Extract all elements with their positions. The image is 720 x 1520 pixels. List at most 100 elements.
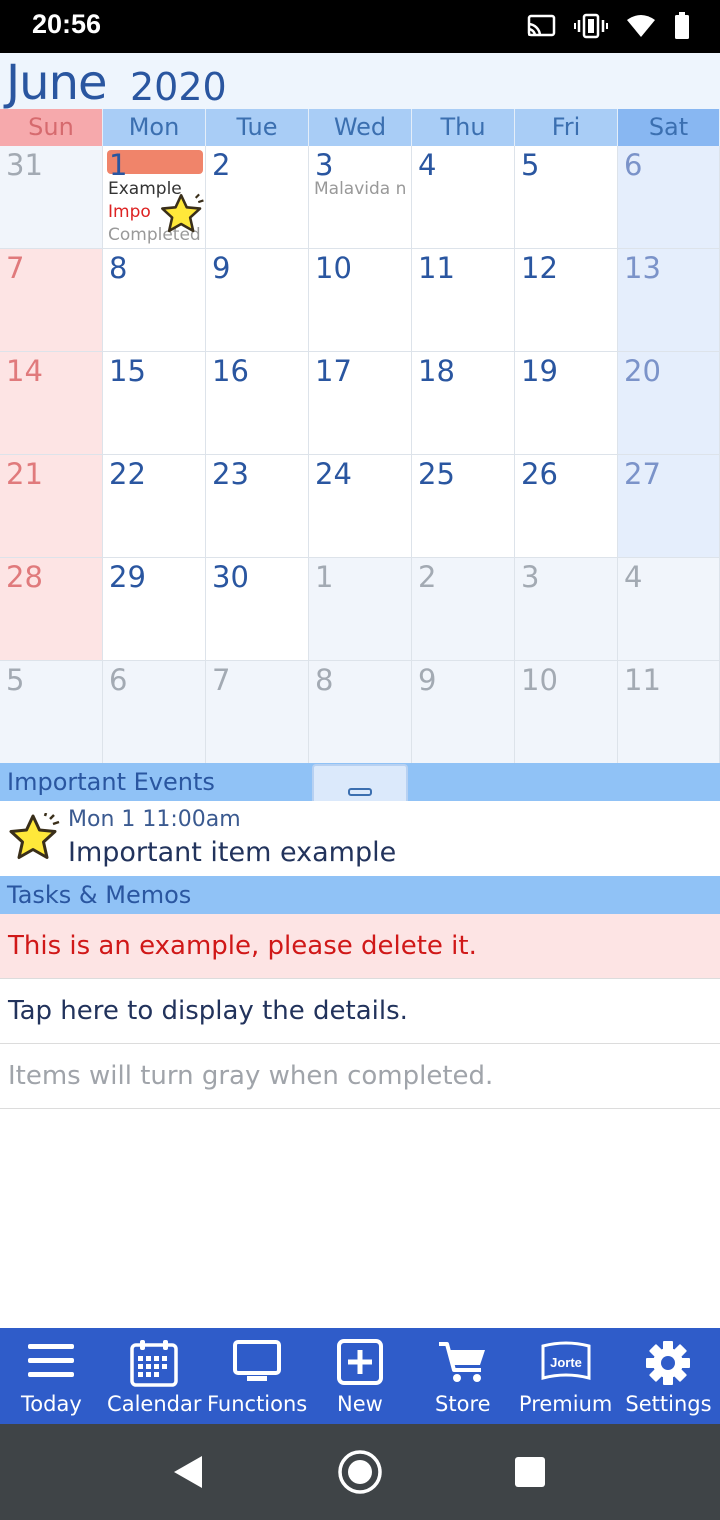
day-cell[interactable]: 8 — [309, 661, 412, 764]
day-cell[interactable]: 2 — [206, 146, 309, 249]
day-number: 20 — [624, 354, 661, 388]
day-cell[interactable]: 22 — [103, 455, 206, 558]
day-number: 14 — [6, 354, 43, 388]
jorte-book-icon: Jorte — [541, 1341, 591, 1380]
day-cell[interactable]: 7 — [0, 249, 103, 352]
day-cell[interactable]: 10 — [515, 661, 618, 764]
day-cell[interactable]: 9 — [206, 249, 309, 352]
day-number: 16 — [212, 354, 249, 388]
event-title: Important item example — [68, 837, 397, 868]
svg-text:Jorte: Jorte — [550, 1355, 582, 1370]
day-number: 12 — [521, 251, 558, 285]
day-number: 18 — [418, 354, 455, 388]
day-number: 9 — [418, 663, 437, 697]
nav-label: Settings — [625, 1392, 712, 1416]
day-cell[interactable]: 11 — [618, 661, 720, 764]
day-cell[interactable]: 21 — [0, 455, 103, 558]
task-item-completed[interactable]: Items will turn gray when completed. — [0, 1044, 720, 1109]
day-cell[interactable]: 7 — [206, 661, 309, 764]
day-number: 30 — [212, 560, 249, 594]
premium-button[interactable]: Jorte Premium — [514, 1328, 617, 1424]
day-cell[interactable]: 9 — [412, 661, 515, 764]
cast-icon — [527, 14, 556, 37]
day-cell[interactable]: 23 — [206, 455, 309, 558]
day-cell[interactable]: 24 — [309, 455, 412, 558]
gear-icon — [646, 1341, 691, 1385]
status-icons — [526, 12, 690, 40]
today-button[interactable]: Today — [0, 1328, 103, 1424]
week-row: 21 22 23 24 25 26 27 — [0, 455, 720, 558]
day-cell[interactable]: 12 — [515, 249, 618, 352]
day-cell[interactable]: 6 — [103, 661, 206, 764]
day-cell[interactable]: 26 — [515, 455, 618, 558]
day-cell[interactable]: 31 — [0, 146, 103, 249]
month-label: June — [6, 55, 108, 111]
settings-button[interactable]: Settings — [617, 1328, 720, 1424]
weekday-mon: Mon — [103, 109, 206, 146]
new-button[interactable]: New — [309, 1328, 412, 1424]
day-number: 8 — [315, 663, 334, 697]
day-number: 7 — [212, 663, 231, 697]
calendar-icon — [130, 1340, 179, 1387]
day-cell[interactable]: 17 — [309, 352, 412, 455]
day-cell[interactable]: 3 — [515, 558, 618, 661]
calendar-button[interactable]: Calendar — [103, 1328, 206, 1424]
store-button[interactable]: Store — [411, 1328, 514, 1424]
task-item-details[interactable]: Tap here to display the details. — [0, 979, 720, 1044]
day-cell[interactable]: 20 — [618, 352, 720, 455]
day-cell[interactable]: 2 — [412, 558, 515, 661]
day-cell[interactable]: 5 — [515, 146, 618, 249]
day-cell[interactable]: 13 — [618, 249, 720, 352]
task-item-example[interactable]: This is an example, please delete it. — [0, 914, 720, 979]
day-number: 9 — [212, 251, 231, 285]
day-cell[interactable]: 18 — [412, 352, 515, 455]
important-event-item[interactable]: Mon 1 11:00am Important item example — [0, 801, 720, 876]
week-row: 14 15 16 17 18 19 20 — [0, 352, 720, 455]
day-number: 15 — [109, 354, 146, 388]
home-icon[interactable] — [336, 1448, 384, 1496]
day-cell[interactable]: 14 — [0, 352, 103, 455]
day-number: 31 — [6, 148, 43, 182]
day-cell[interactable]: 8 — [103, 249, 206, 352]
day-number: 4 — [418, 148, 437, 182]
functions-button[interactable]: Functions — [206, 1328, 309, 1424]
day-number: 13 — [624, 251, 661, 285]
weekday-sun: Sun — [0, 109, 103, 146]
nav-label: Functions — [206, 1392, 308, 1416]
month-header[interactable]: June 2020 — [0, 53, 720, 111]
back-icon[interactable] — [170, 1454, 206, 1490]
day-number: 25 — [418, 457, 455, 491]
day-cell[interactable]: 30 — [206, 558, 309, 661]
day-cell[interactable]: 25 — [412, 455, 515, 558]
day-number: 21 — [6, 457, 43, 491]
day-cell[interactable]: 27 — [618, 455, 720, 558]
day-cell[interactable]: 10 — [309, 249, 412, 352]
day-cell[interactable]: 11 — [412, 249, 515, 352]
day-cell[interactable]: 3 Malavida n — [309, 146, 412, 249]
recents-icon[interactable] — [514, 1456, 546, 1488]
day-cell[interactable]: 16 — [206, 352, 309, 455]
day-number: 29 — [109, 560, 146, 594]
tasks-memos-header[interactable]: Tasks & Memos — [0, 876, 720, 914]
day-cell[interactable]: 6 — [618, 146, 720, 249]
day-cell[interactable]: 4 — [618, 558, 720, 661]
day-cell[interactable]: 5 — [0, 661, 103, 764]
day-number: 22 — [109, 457, 146, 491]
day-number: 6 — [109, 663, 128, 697]
day-number: 24 — [315, 457, 352, 491]
day-cell[interactable]: 19 — [515, 352, 618, 455]
day-cell[interactable]: 4 — [412, 146, 515, 249]
day-cell[interactable]: 1 — [309, 558, 412, 661]
calendar-event: Malavida n — [314, 179, 407, 199]
weekday-thu: Thu — [412, 109, 515, 146]
nav-label: New — [337, 1392, 383, 1416]
day-cell[interactable]: 15 — [103, 352, 206, 455]
nav-label: Premium — [518, 1392, 613, 1416]
day-number: 11 — [624, 663, 661, 697]
day-cell[interactable]: 1 Example Impo Completed — [103, 146, 206, 249]
day-cell[interactable]: 28 — [0, 558, 103, 661]
day-cell[interactable]: 29 — [103, 558, 206, 661]
nav-label: Calendar — [107, 1392, 202, 1416]
day-number: 4 — [624, 560, 643, 594]
day-number: 8 — [109, 251, 128, 285]
